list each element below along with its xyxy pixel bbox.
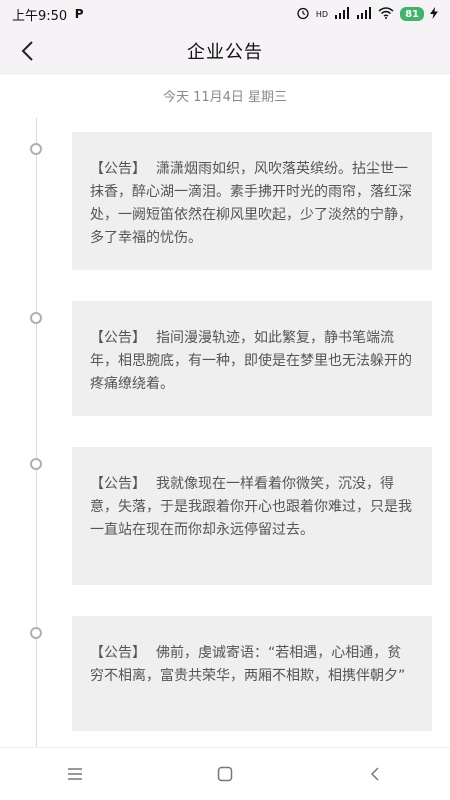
timeline-line: [36, 118, 37, 750]
status-time: 上午9:50: [12, 8, 68, 24]
page-title: 企业公告: [187, 41, 263, 63]
system-navigation-bar: [0, 747, 450, 800]
menu-icon: [68, 768, 82, 780]
back-button[interactable]: [14, 37, 42, 65]
status-bar: 上午9:50 P HD 81: [0, 0, 450, 28]
announcement-card[interactable]: 【公告】 我就像现在一样看着你微笑，沉没，得意，失落，于是我跟着你开心也跟着你难过…: [72, 447, 432, 585]
header: 企业公告: [0, 28, 450, 74]
announcement-card[interactable]: 【公告】 指间漫漫轨迹，如此繁复，静书笔端流年，相思腕底，有一种，即使是在梦里也无…: [72, 301, 432, 416]
timeline-dot-icon: [30, 627, 42, 639]
network-label: HD: [315, 9, 329, 19]
timeline-dot-icon: [30, 143, 42, 155]
status-right: HD 81: [296, 6, 438, 23]
status-left: 上午9:50 P: [12, 5, 85, 24]
announcement-tag: 【公告】: [90, 645, 146, 661]
home-button[interactable]: [205, 754, 245, 794]
home-icon: [217, 766, 233, 782]
wifi-icon: [378, 6, 394, 22]
signal-icon: [356, 6, 372, 22]
back-icon: [370, 767, 379, 781]
announcement-tag: 【公告】: [90, 330, 146, 346]
announcement-card[interactable]: 【公告】 佛前，虔诚寄语：“若相遇，心相通，贫穷不相离，富贵共荣华，两厢不相欺，相…: [72, 616, 432, 731]
menu-button[interactable]: [55, 754, 95, 794]
back-nav-button[interactable]: [355, 754, 395, 794]
announcement-tag: 【公告】: [90, 476, 146, 492]
signal-icon: [334, 6, 350, 22]
alarm-icon: [296, 6, 310, 23]
timeline-dot-icon: [30, 312, 42, 324]
announcement-tag: 【公告】: [90, 161, 146, 177]
charging-icon: [430, 6, 438, 22]
timeline-dot-icon: [30, 458, 42, 470]
announcement-card[interactable]: 【公告】 潇潇烟雨如织，风吹落英缤纷。拈尘世一抹香，醉心湖一滴泪。素手拂开时光的雨…: [72, 132, 432, 270]
battery-icon: 81: [400, 7, 424, 21]
parking-app-icon: P: [74, 7, 84, 21]
date-label: 今天 11月4日 星期三: [162, 90, 288, 105]
chevron-left-icon: [21, 41, 33, 61]
